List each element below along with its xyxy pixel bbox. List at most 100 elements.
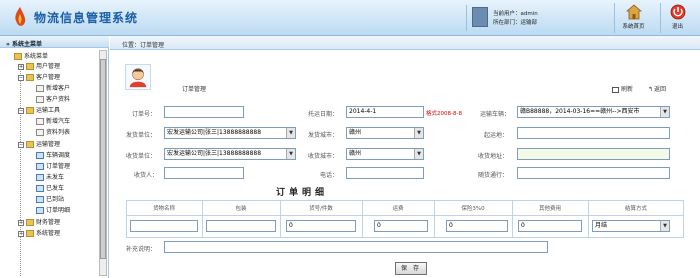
home-folder-icon <box>14 53 22 60</box>
col-qty: 货号/件数 <box>309 206 333 212</box>
document-icon <box>36 118 44 125</box>
phone-label: 电话： <box>320 172 339 179</box>
phone-input[interactable] <box>346 167 424 179</box>
vehicle-select[interactable]: 赣B88888，2014-03-16==赣州-->西安市 ▼ <box>517 106 670 118</box>
refresh-icon <box>612 86 619 93</box>
recv-address-label: 收货地址： <box>478 153 509 160</box>
current-user-text: 当前用户：admin <box>493 11 538 17</box>
receiver-unit-label: 收货单位： <box>126 153 157 160</box>
escort-input[interactable] <box>517 167 670 179</box>
exit-button[interactable]: 退出 <box>660 3 694 33</box>
back-icon: ↰ <box>648 86 654 93</box>
chevron-down-icon[interactable]: ▼ <box>414 128 423 138</box>
folder-icon <box>26 107 34 114</box>
insurance-input[interactable]: 0 <box>446 220 508 232</box>
exit-label: 退出 <box>671 24 683 30</box>
user-avatar-icon <box>125 64 151 90</box>
document-icon <box>36 129 44 136</box>
sidebar: » 系统主菜单 系统菜单 + 用户管理 − 客户管理 新增客户 客户资料 − 运输工具… <box>0 36 109 278</box>
sidebar-scrollbar[interactable] <box>99 50 107 276</box>
col-goods-name: 货物名称 <box>152 206 175 212</box>
consign-date-label: 托运日期： <box>308 111 339 118</box>
sidebar-item-system[interactable]: + 系统管理 <box>18 228 60 239</box>
vehicle-label: 运输车辆： <box>480 111 511 118</box>
document-icon <box>36 196 44 203</box>
col-package: 包装 <box>235 206 247 212</box>
document-icon <box>36 152 44 159</box>
folder-icon <box>26 219 34 226</box>
sidebar-item-transport-tools[interactable]: − 运输工具 <box>18 105 60 116</box>
col-insurance: 保险3%0 <box>461 206 485 212</box>
qty-input[interactable]: 0 <box>286 220 356 232</box>
sidebar-item-transport-mgmt[interactable]: − 运输管理 <box>18 139 60 150</box>
start-address-input[interactable] <box>517 127 670 139</box>
expand-icon[interactable]: + <box>18 63 24 70</box>
chevron-down-icon[interactable]: ▼ <box>660 221 669 231</box>
escort-label: 随货通行： <box>478 172 509 179</box>
sender-unit-select[interactable]: 宏发运输公司|张三|13888888888 ▼ <box>164 127 296 139</box>
sidebar-item-vehicle-list[interactable]: 资料列表 <box>36 127 70 138</box>
refresh-link[interactable]: 刷新 <box>612 84 633 93</box>
chevron-down-icon[interactable]: ▼ <box>286 128 295 138</box>
collapse-icon[interactable]: − <box>18 107 24 114</box>
folder-icon <box>26 74 34 81</box>
sender-unit-label: 发货单位： <box>126 132 157 139</box>
document-icon <box>36 174 44 181</box>
document-icon <box>36 163 44 170</box>
package-input[interactable] <box>206 220 276 232</box>
consign-date-input[interactable]: 2014-4-1 <box>346 106 424 118</box>
recv-city-select[interactable]: 赣州 ▼ <box>346 148 424 160</box>
collapse-icon[interactable]: − <box>18 74 24 81</box>
sidebar-item-add-customer[interactable]: 新增客户 <box>36 83 70 94</box>
recipient-label: 收货人： <box>134 172 159 179</box>
chevron-down-icon[interactable]: ▼ <box>286 149 295 159</box>
receiver-unit-select[interactable]: 宏发运输公司|张三|13888888888 ▼ <box>164 148 296 160</box>
send-city-select[interactable]: 赣州 ▼ <box>346 127 424 139</box>
sidebar-item-dispatch[interactable]: 车辆调度 <box>36 150 70 161</box>
sidebar-item-order-mgmt[interactable]: 订单管理 <box>36 161 70 172</box>
col-other-fee: 其他费用 <box>538 206 561 212</box>
remark-input[interactable] <box>164 241 548 253</box>
document-icon <box>36 185 44 192</box>
send-city-label: 发货城市： <box>308 132 339 139</box>
header-bar: 物流信息管理系统 当前用户：admin 所在部门：运输部 系统首页 退出 <box>0 0 700 36</box>
sidebar-item-customer-mgmt[interactable]: − 客户管理 <box>18 72 60 83</box>
user-avatar <box>472 7 488 27</box>
start-address-label: 起运地： <box>484 132 509 139</box>
expand-icon[interactable]: + <box>18 219 24 226</box>
chevron-down-icon[interactable]: ▼ <box>660 107 669 117</box>
order-no-input[interactable] <box>164 106 244 118</box>
goods-name-input[interactable] <box>130 220 198 232</box>
current-dept-text: 所在部门：运输部 <box>493 20 538 26</box>
detail-title: 订单明细 <box>276 188 329 198</box>
sidebar-item-customer-info[interactable]: 客户资料 <box>36 94 70 105</box>
other-fee-input[interactable]: 0 <box>518 220 582 232</box>
sidebar-item-departed[interactable]: 已发车 <box>36 183 64 194</box>
col-freight: 运费 <box>392 206 404 212</box>
remark-label: 补充说明： <box>126 246 157 253</box>
settlement-select[interactable]: 月结 ▼ <box>592 220 670 232</box>
sidebar-item-user-mgmt[interactable]: + 用户管理 <box>18 61 60 72</box>
recv-address-input[interactable] <box>517 148 670 160</box>
freight-input[interactable]: 0 <box>374 220 428 232</box>
recipient-input[interactable] <box>164 167 244 179</box>
sidebar-item-finance[interactable]: + 财务管理 <box>18 217 60 228</box>
order-no-label: 订单号： <box>132 111 157 118</box>
home-button[interactable]: 系统首页 <box>614 3 652 33</box>
back-link[interactable]: ↰返回 <box>648 84 666 93</box>
col-settlement: 结算方式 <box>624 206 647 212</box>
collapse-icon[interactable]: − <box>18 141 24 148</box>
sidebar-item-arrived[interactable]: 已到站 <box>36 194 64 205</box>
sidebar-item-order-detail[interactable]: 订单明细 <box>36 205 70 216</box>
expand-icon[interactable]: + <box>18 230 24 237</box>
sidebar-heading: » 系统主菜单 <box>0 36 109 48</box>
chevron-down-icon[interactable]: ▼ <box>414 149 423 159</box>
folder-icon <box>26 63 34 70</box>
document-icon <box>36 207 44 214</box>
sidebar-item-add-vehicle[interactable]: 新增汽车 <box>36 116 70 127</box>
home-icon <box>625 4 642 20</box>
scrollbar-thumb[interactable] <box>100 59 106 259</box>
user-info: 当前用户：admin 所在部门：运输部 <box>466 5 604 31</box>
save-button[interactable]: 保 存 <box>395 262 427 275</box>
sidebar-item-not-departed[interactable]: 未发车 <box>36 172 64 183</box>
